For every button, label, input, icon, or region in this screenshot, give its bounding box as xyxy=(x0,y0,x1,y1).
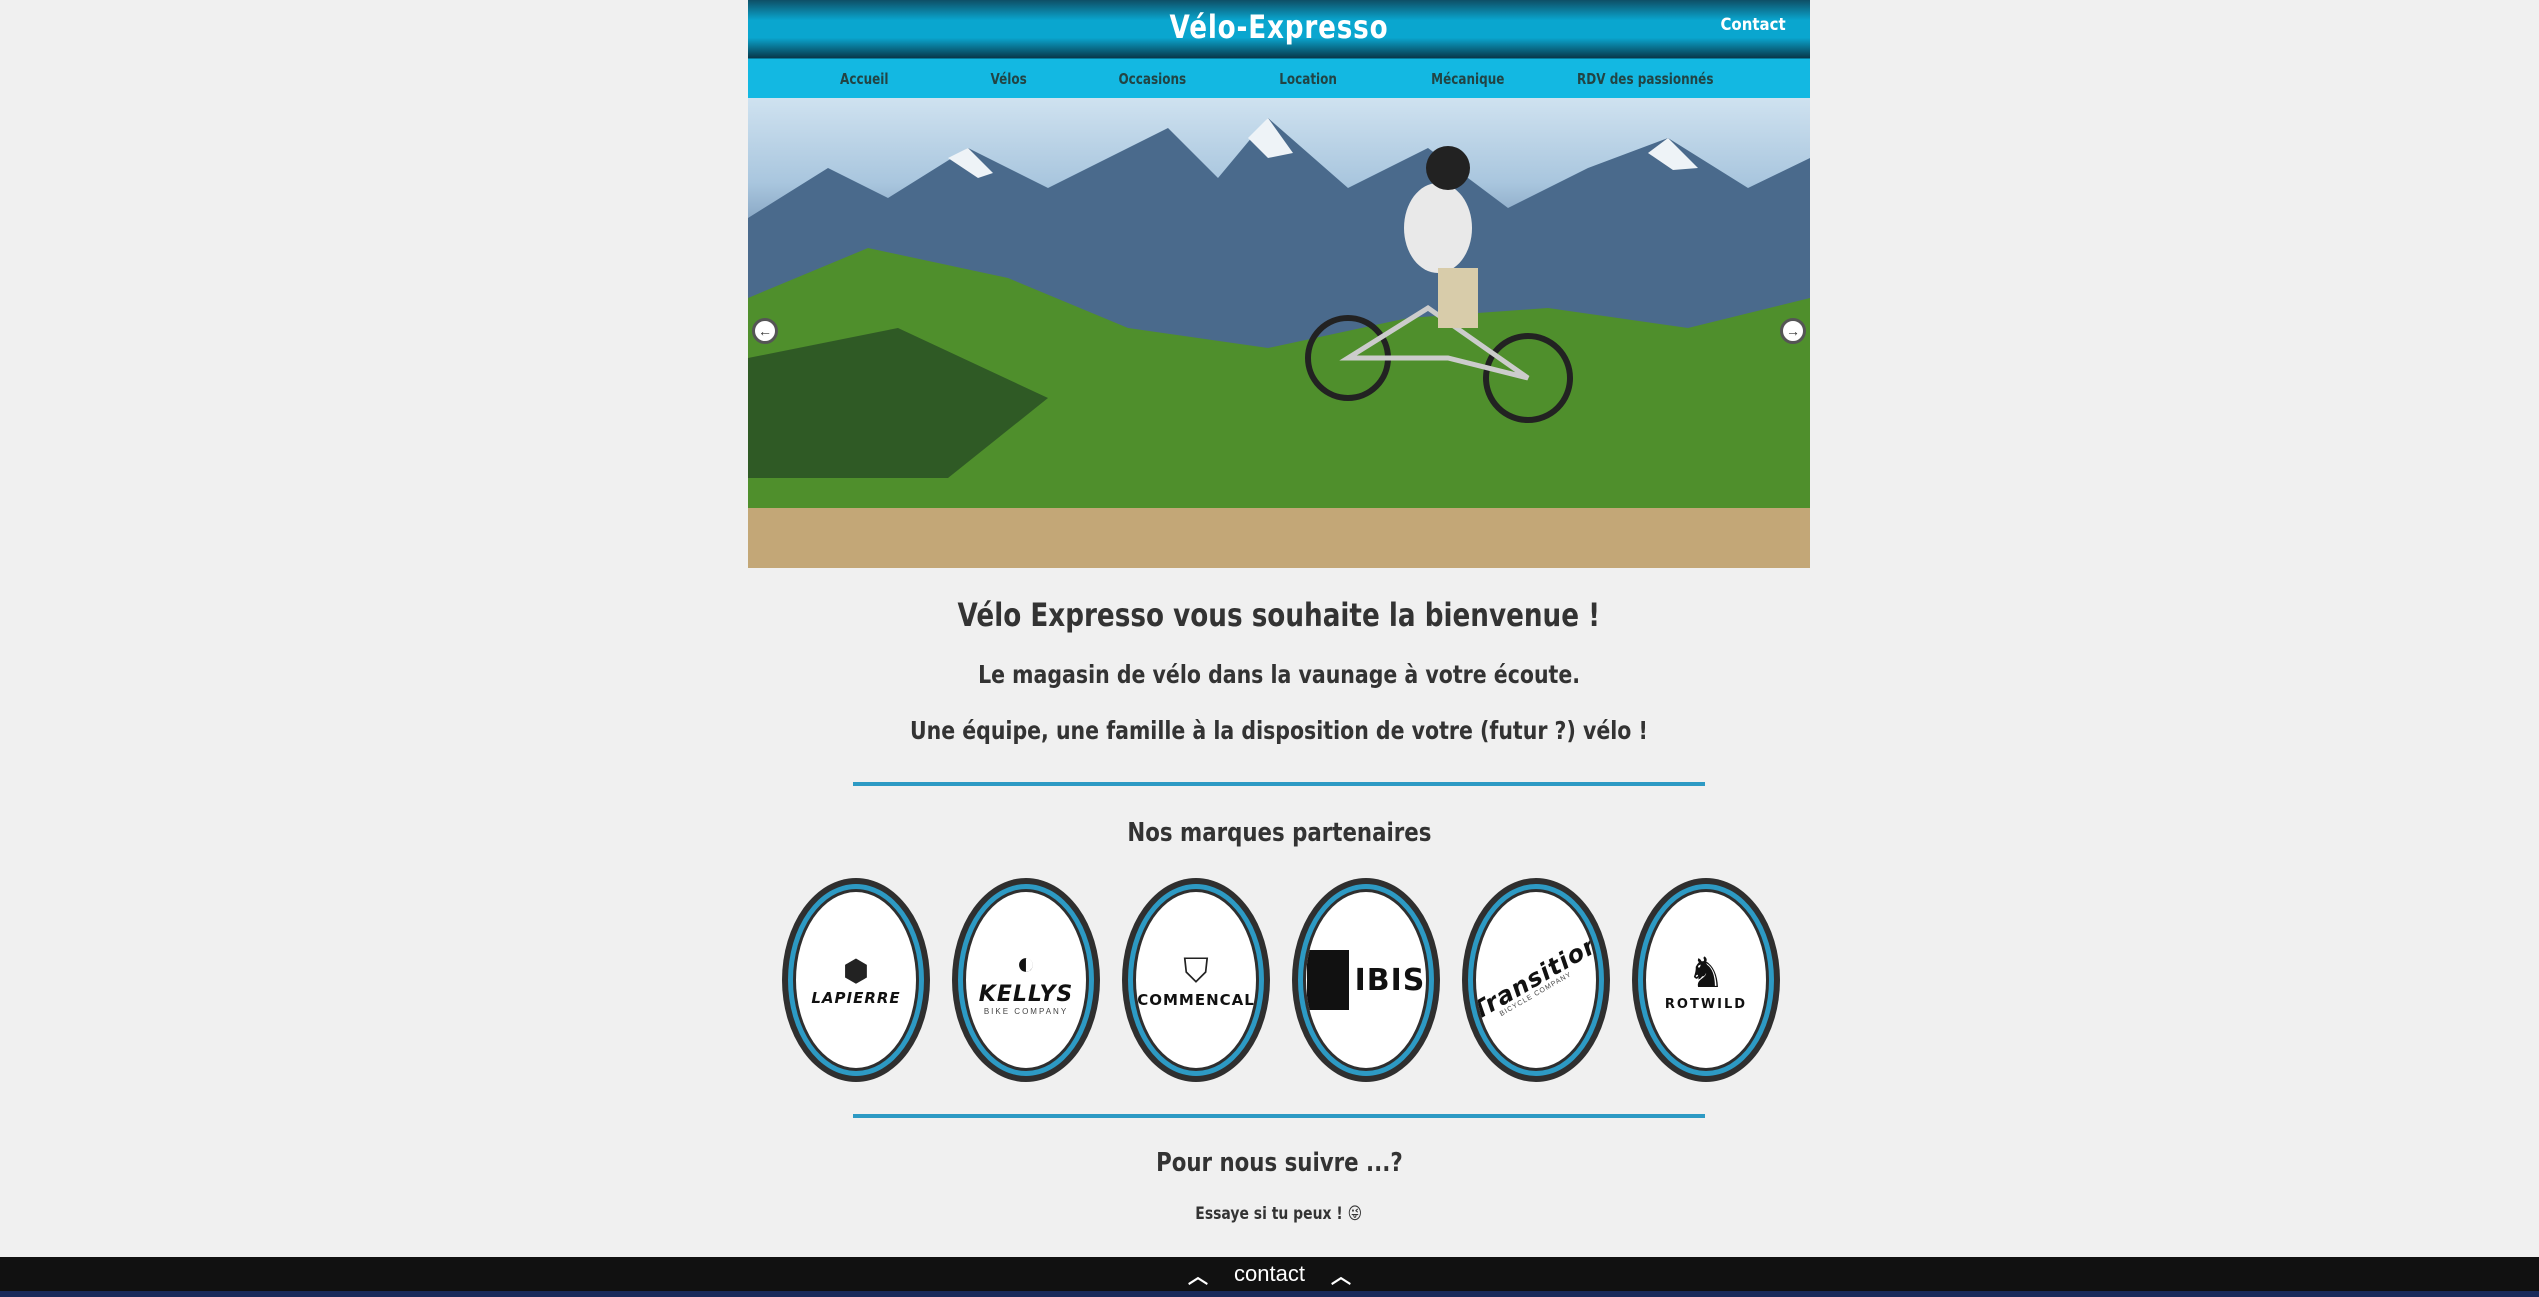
main-nav: Accueil Vélos Occasions Location Mécaniq… xyxy=(748,58,1810,99)
welcome-heading: Vélo Expresso vous souhaite la bienvenue… xyxy=(957,596,1601,634)
family-text: Une équipe, une famille à la disposition… xyxy=(910,716,1648,745)
site-title: Vélo-Expresso xyxy=(1169,8,1389,46)
follow-heading: Pour nous suivre ...? xyxy=(1155,1148,1403,1178)
arrow-left-icon: ← xyxy=(758,323,772,339)
ibis-logo-icon xyxy=(1306,950,1349,1010)
page-container: Vélo-Expresso Contact Accueil Vélos Occa… xyxy=(748,0,1810,1224)
divider-bottom xyxy=(853,1114,1705,1118)
footer-contact-label[interactable]: contact xyxy=(1234,1261,1305,1287)
tagline-text: Le magasin de vélo dans la vaunage à vot… xyxy=(978,660,1580,689)
chevron-up-icon[interactable]: ︿ xyxy=(1331,1260,1351,1289)
kellys-logo-icon: ◐ xyxy=(1016,944,1036,981)
header-contact-link[interactable]: Contact xyxy=(1720,15,1785,35)
brand-commencal[interactable]: ⛉ COMMENCAL xyxy=(1122,878,1270,1082)
brand-ibis[interactable]: IBIS xyxy=(1292,878,1440,1082)
nav-item-rdv-passionnes[interactable]: RDV des passionnés xyxy=(1577,70,1713,88)
brand-kellys[interactable]: ◐ KELLYS BIKE COMPANY xyxy=(952,878,1100,1082)
nav-item-velos[interactable]: Vélos xyxy=(991,70,1027,88)
hero-image xyxy=(748,118,1810,568)
follow-subtext: Essaye si tu peux ! 😜 xyxy=(1195,1204,1363,1224)
slider-next-button[interactable]: → xyxy=(1780,318,1806,344)
nav-item-occasions[interactable]: Occasions xyxy=(1118,70,1186,88)
nav-item-mecanique[interactable]: Mécanique xyxy=(1431,70,1504,88)
stag-head-icon: ♞ xyxy=(1687,949,1725,996)
arrow-right-icon: → xyxy=(1786,323,1800,339)
brand-rotwild[interactable]: ♞ ROTWILD xyxy=(1632,878,1780,1082)
partners-heading: Nos marques partenaires xyxy=(1126,818,1432,848)
brand-lapierre[interactable]: ⬢ LAPIERRE xyxy=(782,878,930,1082)
lapierre-logo-icon: ⬢ xyxy=(842,954,870,988)
chevron-up-icon[interactable]: ︿ xyxy=(1188,1260,1208,1289)
site-header: Vélo-Expresso Contact xyxy=(748,0,1810,58)
hero-slider: ← → xyxy=(748,98,1810,568)
footer-contact-bar[interactable]: ︿ contact ︿ xyxy=(0,1257,2539,1297)
divider-top xyxy=(853,782,1705,786)
commencal-shield-icon: ⛉ xyxy=(1183,951,1209,990)
brand-transition[interactable]: Transition BICYCLE COMPANY xyxy=(1462,878,1610,1082)
slider-prev-button[interactable]: ← xyxy=(752,318,778,344)
nav-item-location[interactable]: Location xyxy=(1279,70,1337,88)
nav-item-accueil[interactable]: Accueil xyxy=(840,70,888,88)
